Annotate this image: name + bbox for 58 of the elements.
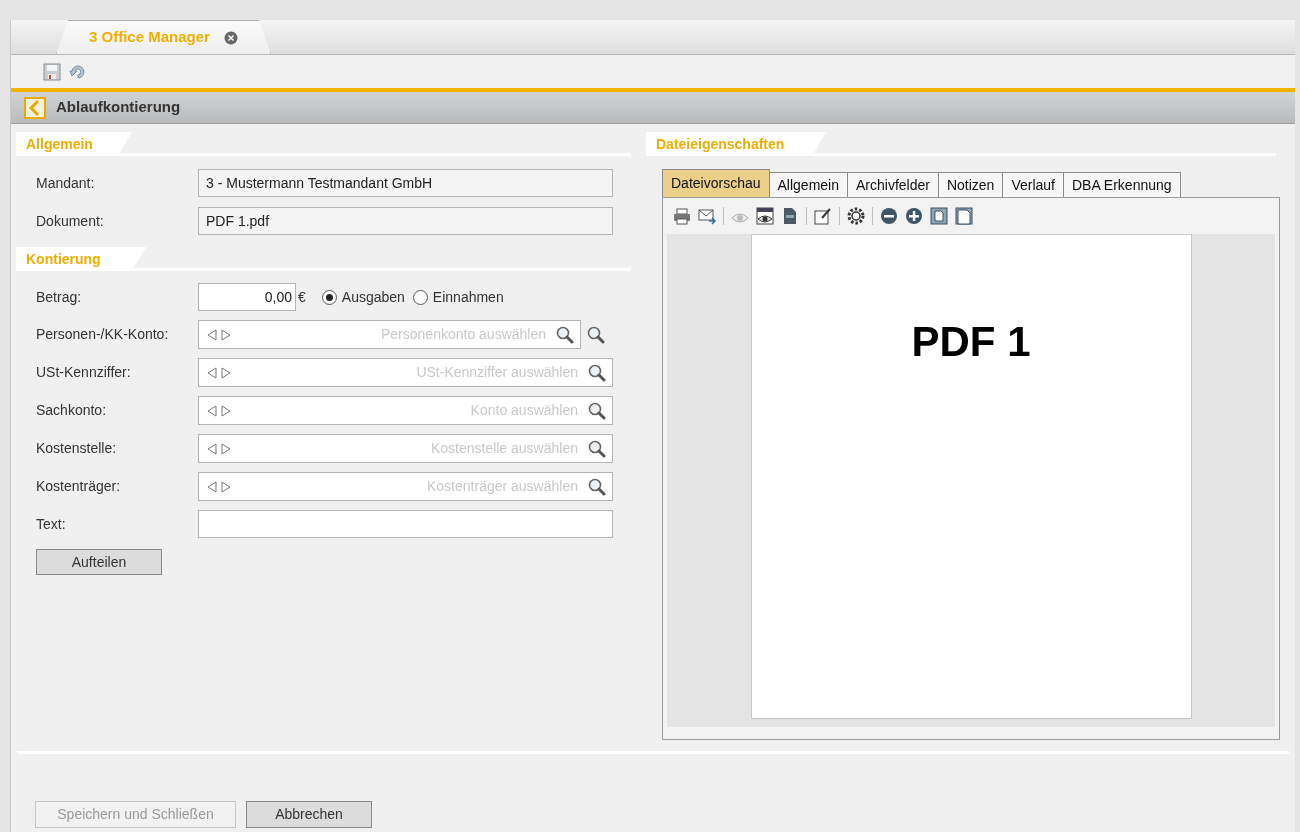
next-icon[interactable] bbox=[221, 366, 231, 379]
previous-icon[interactable] bbox=[207, 404, 217, 417]
previous-icon[interactable] bbox=[207, 366, 217, 379]
field-label: Sachkonto: bbox=[36, 401, 108, 420]
field-label: Kostenträger: bbox=[36, 477, 122, 496]
search-icon[interactable] bbox=[588, 477, 606, 496]
mail-icon[interactable] bbox=[698, 207, 716, 225]
previous-icon[interactable] bbox=[207, 328, 217, 341]
next-icon[interactable] bbox=[221, 480, 231, 493]
radio-button[interactable]: Einnahmen bbox=[412, 286, 504, 308]
amount-field[interactable]: 0,00 bbox=[198, 283, 296, 311]
text-field[interactable]: 3 - Mustermann Testmandant GmbH bbox=[198, 169, 613, 197]
edit-icon[interactable] bbox=[814, 207, 832, 225]
document-heading: PDF 1 bbox=[911, 317, 1031, 367]
eye-window-icon[interactable] bbox=[756, 207, 774, 225]
close-icon[interactable] bbox=[223, 30, 238, 45]
next-icon[interactable] bbox=[221, 328, 231, 341]
previous-icon[interactable] bbox=[207, 442, 217, 455]
search-icon[interactable] bbox=[587, 325, 605, 344]
search-icon[interactable] bbox=[588, 363, 606, 382]
field-label: USt-Kennziffer: bbox=[36, 363, 132, 382]
split-button[interactable]: Aufteilen bbox=[36, 549, 162, 575]
next-icon[interactable] bbox=[221, 442, 231, 455]
section-header: Dateieigenschaften bbox=[646, 132, 826, 156]
tab[interactable]: DBA Erkennung bbox=[1062, 172, 1181, 197]
text-field[interactable]: PDF 1.pdf bbox=[198, 207, 613, 235]
print-icon[interactable] bbox=[673, 207, 691, 225]
settings-icon[interactable] bbox=[847, 207, 865, 225]
zoom-in-icon[interactable] bbox=[905, 207, 923, 225]
previous-icon[interactable] bbox=[207, 480, 217, 493]
save-icon[interactable] bbox=[43, 62, 61, 81]
next-icon[interactable] bbox=[221, 404, 231, 417]
section-header: Kontierung bbox=[16, 247, 146, 271]
field-label: Betrag: bbox=[36, 287, 83, 307]
field-label: Text: bbox=[36, 514, 67, 534]
search-icon[interactable] bbox=[588, 401, 606, 420]
zoom-out-icon[interactable] bbox=[880, 207, 898, 225]
button[interactable]: Abbrechen bbox=[246, 801, 372, 828]
tab[interactable]: Notizen bbox=[937, 172, 1004, 197]
text-input[interactable] bbox=[198, 510, 613, 538]
field-label: Mandant: bbox=[36, 173, 96, 193]
search-icon[interactable] bbox=[588, 439, 606, 458]
radio-button[interactable]: Ausgaben bbox=[321, 286, 405, 308]
undo-icon[interactable] bbox=[69, 63, 87, 80]
field-label: Dokument: bbox=[36, 211, 105, 231]
tab[interactable]: Allgemein bbox=[768, 172, 848, 197]
tab[interactable]: Verlauf bbox=[1002, 172, 1064, 197]
page-width-icon[interactable] bbox=[955, 207, 973, 225]
page-title: Ablaufkontierung bbox=[56, 97, 181, 118]
field-label: Kostenstelle: bbox=[36, 439, 118, 458]
search-icon[interactable] bbox=[556, 325, 574, 344]
document-icon[interactable] bbox=[781, 207, 799, 225]
field-label: Personen-/KK-Konto: bbox=[36, 325, 170, 344]
page-icon[interactable] bbox=[930, 207, 948, 225]
section-header: Allgemein bbox=[16, 132, 132, 156]
currency-label: € bbox=[298, 287, 306, 307]
tab[interactable]: Archivfelder bbox=[847, 172, 939, 197]
tab[interactable]: Dateivorschau bbox=[662, 169, 770, 197]
